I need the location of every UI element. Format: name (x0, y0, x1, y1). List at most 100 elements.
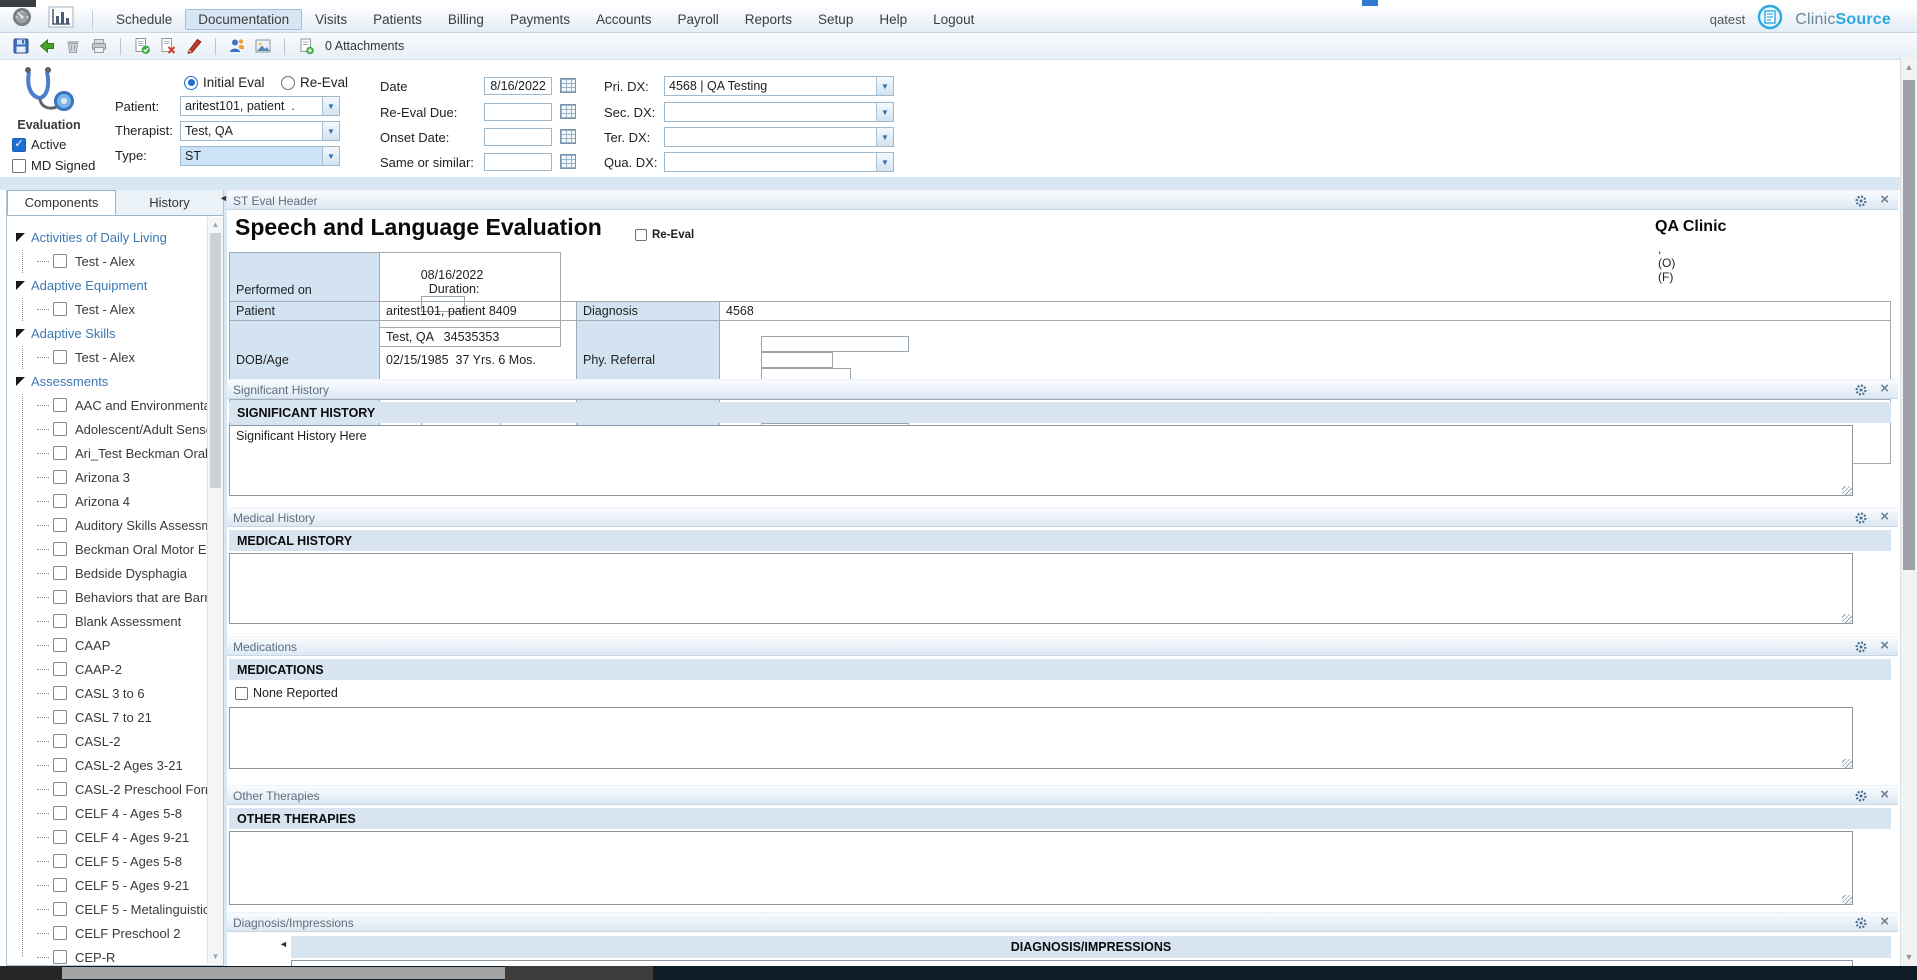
doc-re-eval-checkbox[interactable]: Re-Eval (635, 229, 694, 241)
section-bar-medical-history[interactable]: Medical History × (227, 507, 1898, 527)
tree-item[interactable]: CEP-R (7, 945, 207, 965)
gear-icon[interactable] (1854, 383, 1868, 397)
section-bar-other-therapies[interactable]: Other Therapies × (227, 785, 1898, 805)
tree-item-label[interactable]: CASL-2 (75, 734, 121, 749)
phy-referral-input-2[interactable] (761, 352, 833, 368)
resize-grip[interactable] (1842, 614, 1852, 624)
tree-item[interactable]: CELF Preschool 2 (7, 921, 207, 945)
nav-item-schedule[interactable]: Schedule (103, 9, 185, 30)
initial-eval-radio[interactable]: Initial Eval (184, 75, 265, 90)
scroll-down-icon[interactable]: ▼ (1901, 952, 1917, 962)
tree-item[interactable]: CELF 4 - Ages 9-21 (7, 825, 207, 849)
tree-expand-icon[interactable] (16, 377, 25, 386)
tree-item-checkbox[interactable] (53, 614, 67, 628)
close-icon[interactable]: × (1880, 508, 1889, 525)
tree-item-label[interactable]: Arizona 4 (75, 494, 130, 509)
re-eval-radio[interactable]: Re-Eval (281, 75, 348, 90)
tree-expand-icon[interactable] (16, 281, 25, 290)
tree-item-checkbox[interactable] (53, 758, 67, 772)
section-bar-significant-history[interactable]: Significant History × (227, 379, 1898, 399)
resize-grip[interactable] (1842, 895, 1852, 905)
tree-item[interactable]: Test - Alex (7, 297, 207, 321)
tree-item-checkbox[interactable] (53, 686, 67, 700)
tree-item[interactable]: AAC and Environmental Co (7, 393, 207, 417)
tree-item[interactable]: Bedside Dysphagia (7, 561, 207, 585)
significant-history-textarea[interactable]: Significant History Here (229, 425, 1853, 496)
checkbox-unchecked-icon[interactable] (235, 687, 248, 700)
nav-item-billing[interactable]: Billing (435, 9, 497, 30)
tree-item-checkbox[interactable] (53, 926, 67, 940)
tree-item[interactable]: Test - Alex (7, 249, 207, 273)
tree-category-label[interactable]: Adaptive Skills (31, 326, 116, 341)
ter-dx-dropdown[interactable]: ▼ (664, 127, 894, 147)
collapse-left-icon[interactable]: ◄ (279, 939, 288, 949)
tree-item-checkbox[interactable] (53, 590, 67, 604)
chevron-down-icon[interactable]: ▼ (876, 103, 893, 121)
chevron-down-icon[interactable]: ▼ (322, 122, 339, 140)
close-icon[interactable]: × (1880, 380, 1889, 397)
tree-item[interactable]: CELF 5 - Ages 9-21 (7, 873, 207, 897)
tree-item[interactable]: CELF 4 - Ages 5-8 (7, 801, 207, 825)
md-signed-checkbox[interactable]: MD Signed (12, 158, 95, 173)
tree-item-label[interactable]: CELF 5 - Ages 9-21 (75, 878, 189, 893)
sign-pen-icon[interactable] (183, 35, 205, 57)
tree-category-label[interactable]: Activities of Daily Living (31, 230, 167, 245)
chevron-down-icon[interactable]: ▼ (876, 77, 893, 95)
reports-chart-icon[interactable] (48, 6, 74, 33)
tree-scrollbar[interactable]: ▲ ▼ (207, 217, 223, 964)
tree-item-checkbox[interactable] (53, 662, 67, 676)
tree-item-checkbox[interactable] (53, 878, 67, 892)
tree-item-checkbox[interactable] (53, 398, 67, 412)
section-bar-diagnosis-impressions[interactable]: Diagnosis/Impressions × (227, 912, 1898, 932)
tab-components[interactable]: Components (7, 190, 116, 215)
chevron-down-icon[interactable]: ▼ (322, 97, 339, 115)
onset-date-input[interactable] (484, 128, 552, 146)
tree-item-checkbox[interactable] (53, 782, 67, 796)
close-icon[interactable]: × (1880, 191, 1889, 208)
tree-item-label[interactable]: Behaviors that are Barriers (75, 590, 207, 605)
therapist-dropdown[interactable]: Test, QA ▼ (180, 121, 340, 141)
tree-item[interactable]: CASL-2 (7, 729, 207, 753)
patient-dropdown[interactable]: aritest101, patient . ▼ (180, 96, 340, 116)
tree-item-checkbox[interactable] (53, 494, 67, 508)
tree-item-label[interactable]: CASL 3 to 6 (75, 686, 145, 701)
tree-item[interactable]: Blank Assessment (7, 609, 207, 633)
nav-item-setup[interactable]: Setup (805, 9, 866, 30)
radio-unselected-icon[interactable] (281, 76, 295, 90)
tree-item-checkbox[interactable] (53, 470, 67, 484)
tree-item-label[interactable]: Auditory Skills Assessment (75, 518, 207, 533)
bottom-scrollbar-thumb[interactable] (62, 967, 505, 979)
gear-icon[interactable] (1854, 916, 1868, 930)
tree-item-label[interactable]: AAC and Environmental Co (75, 398, 207, 413)
tree-item-label[interactable]: Adolescent/Adult Sensory (75, 422, 207, 437)
none-reported-checkbox[interactable]: None Reported (235, 686, 338, 700)
close-icon[interactable]: × (1880, 786, 1889, 803)
tree-item-label[interactable]: CELF 4 - Ages 9-21 (75, 830, 189, 845)
close-icon[interactable]: × (1880, 913, 1889, 930)
tree-item-label[interactable]: CASL 7 to 21 (75, 710, 152, 725)
tree-item-checkbox[interactable] (53, 710, 67, 724)
tree-item[interactable]: Ari_Test Beckman Oral Mot (7, 441, 207, 465)
tree-scrollbar-thumb[interactable] (210, 233, 221, 488)
tree-item-checkbox[interactable] (53, 830, 67, 844)
tree-item[interactable]: CELF 5 - Ages 5-8 (7, 849, 207, 873)
nav-item-visits[interactable]: Visits (302, 9, 360, 30)
tree-item[interactable]: CELF 5 - Metalinguistics (7, 897, 207, 921)
checkbox-checked-icon[interactable]: ✓ (12, 138, 26, 152)
scroll-up-icon[interactable]: ▲ (208, 220, 223, 229)
tree-item-checkbox[interactable] (53, 254, 67, 268)
nav-item-patients[interactable]: Patients (360, 9, 435, 30)
nav-item-logout[interactable]: Logout (920, 9, 987, 30)
tree-item-label[interactable]: Ari_Test Beckman Oral Mot (75, 446, 207, 461)
calendar-icon[interactable] (560, 154, 576, 169)
tree-category-label[interactable]: Adaptive Equipment (31, 278, 147, 293)
tree-category[interactable]: Adaptive Skills (7, 321, 207, 345)
checkbox-unchecked-icon[interactable] (635, 229, 647, 241)
tree-expand-icon[interactable] (16, 329, 25, 338)
tree-item[interactable]: Test - Alex (7, 345, 207, 369)
gear-icon[interactable] (1854, 789, 1868, 803)
pri-dx-dropdown[interactable]: 4568 | QA Testing ▼ (664, 76, 894, 96)
tree-item[interactable]: CAAP-2 (7, 657, 207, 681)
print-icon[interactable] (88, 35, 110, 57)
nav-item-payments[interactable]: Payments (497, 9, 583, 30)
